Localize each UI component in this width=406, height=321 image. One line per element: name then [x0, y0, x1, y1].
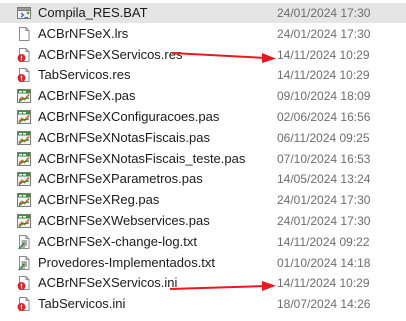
text-file-icon: [16, 234, 32, 250]
file-modified-date: 24/01/2024 17:30: [277, 6, 371, 20]
file-row[interactable]: ACBrNFSeXParametros.pas 14/05/2024 13:24: [0, 169, 406, 189]
file-name[interactable]: ACBrNFSeXWebservices.pas: [38, 211, 210, 231]
ini-file-icon: [16, 275, 32, 291]
file-name[interactable]: Provedores-Implementados.txt: [38, 253, 215, 273]
ini-file-icon: [16, 296, 32, 312]
file-name[interactable]: ACBrNFSeXParametros.pas: [38, 169, 203, 189]
file-modified-date: 24/01/2024 17:30: [277, 214, 371, 228]
pascal-file-icon: [16, 130, 32, 146]
file-row[interactable]: Provedores-Implementados.txt 01/10/2024 1…: [0, 253, 406, 273]
pascal-file-icon: [16, 109, 32, 125]
file-modified-date: 14/11/2024 09:22: [277, 234, 370, 249]
file-modified-date: 07/10/2024 16:53: [277, 151, 371, 166]
file-name[interactable]: ACBrNFSeX-change-log.txt: [38, 232, 197, 252]
file-name[interactable]: ACBrNFSeXNotasFiscais_teste.pas: [38, 149, 245, 169]
file-row[interactable]: ACBrNFSeXNotasFiscais.pas 06/11/2024 09:2…: [0, 128, 406, 148]
file-list: Compila_RES.BAT 24/01/2024 17:30 ACBrNFSeX…: [0, 0, 406, 321]
file-modified-date: 18/07/2024 14:26: [277, 297, 371, 312]
file-name[interactable]: TabServicos.ini: [38, 294, 125, 314]
file-row[interactable]: ACBrNFSeX-change-log.txt 14/11/2024 09:22: [0, 232, 406, 252]
file-modified-date: 01/10/2024 14:18: [277, 255, 371, 270]
lrs-file-icon: [16, 26, 32, 42]
file-name[interactable]: TabServicos.res: [38, 65, 130, 85]
file-modified-date: 02/06/2024 16:56: [277, 110, 371, 124]
file-modified-date: 24/01/2024 17:30: [277, 26, 371, 41]
file-row[interactable]: Compila_RES.BAT 24/01/2024 17:30: [0, 3, 406, 23]
batch-file-icon: [16, 5, 32, 21]
file-name[interactable]: ACBrNFSeX.lrs: [38, 24, 128, 44]
file-name[interactable]: ACBrNFSeXServicos.res: [38, 45, 182, 65]
file-row[interactable]: TabServicos.res 14/11/2024 10:29: [0, 65, 406, 85]
file-row[interactable]: ACBrNFSeXWebservices.pas 24/01/2024 17:30: [0, 211, 406, 231]
file-name[interactable]: ACBrNFSeXServicos.ini: [38, 273, 177, 293]
resource-file-icon: [16, 47, 32, 63]
pascal-file-icon: [16, 171, 32, 187]
file-row[interactable]: ACBrNFSeXConfiguracoes.pas 02/06/2024 16:…: [0, 107, 406, 127]
file-row[interactable]: ACBrNFSeXServicos.res 14/11/2024 10:29: [0, 45, 406, 65]
file-row[interactable]: ACBrNFSeXNotasFiscais_teste.pas 07/10/202…: [0, 149, 406, 169]
file-modified-date: 14/11/2024 10:29: [277, 47, 370, 62]
file-modified-date: 06/11/2024 09:25: [277, 130, 370, 145]
file-name[interactable]: ACBrNFSeXConfiguracoes.pas: [38, 107, 219, 127]
file-row[interactable]: ACBrNFSeXServicos.ini 14/11/2024 10:29: [0, 273, 406, 293]
pascal-file-icon: [16, 151, 32, 167]
text-file-icon: [16, 255, 32, 271]
file-modified-date: 24/01/2024 17:30: [277, 193, 371, 208]
file-name[interactable]: ACBrNFSeX.pas: [38, 86, 136, 106]
pascal-file-icon: [16, 213, 32, 229]
file-row[interactable]: ACBrNFSeX.lrs 24/01/2024 17:30: [0, 24, 406, 44]
resource-file-icon: [16, 67, 32, 83]
file-modified-date: 14/05/2024 13:24: [277, 172, 371, 187]
pascal-file-icon: [16, 88, 32, 104]
file-row[interactable]: ACBrNFSeX.pas 09/10/2024 18:09: [0, 86, 406, 106]
file-modified-date: 14/11/2024 10:29: [277, 276, 370, 291]
file-modified-date: 14/11/2024 10:29: [277, 68, 370, 83]
file-name[interactable]: Compila_RES.BAT: [38, 3, 148, 23]
file-row[interactable]: TabServicos.ini 18/07/2024 14:26: [0, 294, 406, 314]
file-name[interactable]: ACBrNFSeXNotasFiscais.pas: [38, 128, 210, 148]
file-name[interactable]: ACBrNFSeXReg.pas: [38, 190, 159, 210]
file-row[interactable]: ACBrNFSeXReg.pas 24/01/2024 17:30: [0, 190, 406, 210]
pascal-file-icon: [16, 192, 32, 208]
file-modified-date: 09/10/2024 18:09: [277, 89, 371, 104]
